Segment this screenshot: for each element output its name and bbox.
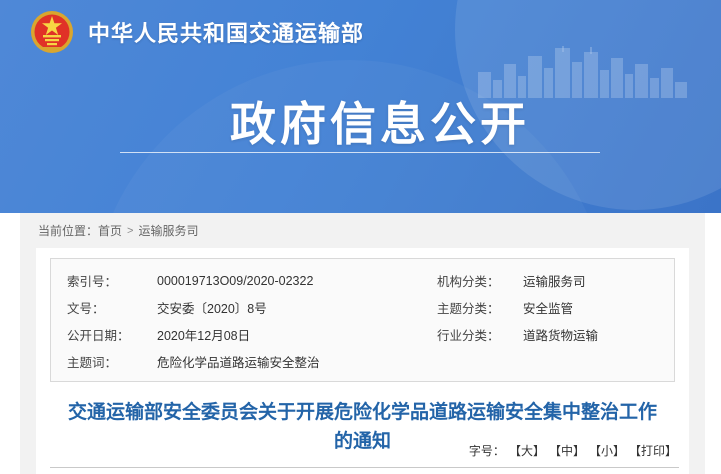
table-row: 文号： 交安委〔2020〕8号 主题分类： 安全监管	[51, 294, 674, 321]
document-panel: 索引号： 000019713O09/2020-02322 机构分类： 运输服务司…	[36, 248, 689, 474]
keywords-value: 危险化学品道路运输安全整治	[157, 352, 437, 371]
font-large-button[interactable]: 【大】	[509, 442, 545, 459]
topic-category-label: 主题分类：	[437, 298, 523, 317]
org-category-value: 运输服务司	[523, 271, 674, 290]
separator-line	[50, 467, 679, 468]
breadcrumb-label: 当前位置：	[38, 222, 98, 239]
content-card: 当前位置： 首页 > 运输服务司 索引号： 000019713O09/2020-…	[20, 213, 705, 474]
title-underline	[120, 152, 600, 153]
font-size-toolbar: 字号： 【大】 【中】 【小】 【打印】	[469, 442, 677, 459]
industry-category-label: 行业分类：	[437, 325, 523, 344]
doc-number-value: 交安委〔2020〕8号	[157, 298, 437, 317]
font-size-label: 字号：	[469, 442, 505, 459]
table-row: 主题词： 危险化学品道路运输安全整治	[51, 348, 674, 375]
font-medium-button[interactable]: 【中】	[549, 442, 585, 459]
site-name[interactable]: 中华人民共和国交通运输部	[88, 16, 364, 48]
breadcrumb-separator: >	[127, 225, 133, 237]
doc-number-label: 文号：	[67, 298, 157, 317]
print-button[interactable]: 【打印】	[629, 442, 677, 459]
topic-category-value: 安全监管	[523, 298, 674, 317]
page-title: 政府信息公开	[0, 88, 721, 154]
index-number-value: 000019713O09/2020-02322	[157, 274, 437, 288]
org-category-label: 机构分类：	[437, 271, 523, 290]
page-header: 中华人民共和国交通运输部 政府信息公开	[0, 0, 721, 213]
keywords-label: 主题词：	[67, 352, 157, 371]
industry-category-value: 道路货物运输	[523, 325, 674, 344]
table-row: 公开日期： 2020年12月08日 行业分类： 道路货物运输	[51, 321, 674, 348]
publish-date-value: 2020年12月08日	[157, 325, 437, 344]
breadcrumb: 当前位置： 首页 > 运输服务司	[20, 213, 705, 248]
index-number-label: 索引号：	[67, 271, 157, 290]
breadcrumb-home-link[interactable]: 首页	[98, 222, 122, 239]
table-row: 索引号： 000019713O09/2020-02322 机构分类： 运输服务司	[51, 267, 674, 294]
font-small-button[interactable]: 【小】	[589, 442, 625, 459]
document-meta-table: 索引号： 000019713O09/2020-02322 机构分类： 运输服务司…	[50, 258, 675, 382]
breadcrumb-department-link[interactable]: 运输服务司	[138, 222, 198, 239]
publish-date-label: 公开日期：	[67, 325, 157, 344]
site-logo[interactable]: 中华人民共和国交通运输部	[30, 8, 364, 56]
national-emblem-icon	[30, 8, 74, 56]
